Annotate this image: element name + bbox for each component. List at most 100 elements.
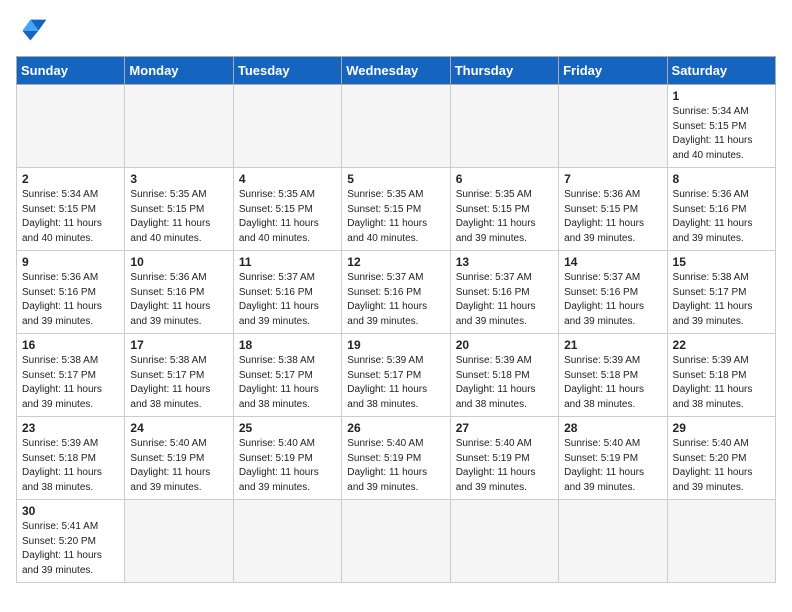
calendar-cell [667, 500, 775, 583]
day-number: 15 [673, 255, 770, 269]
day-number: 9 [22, 255, 119, 269]
day-info: Sunrise: 5:40 AM Sunset: 5:19 PM Dayligh… [239, 437, 336, 495]
day-info: Sunrise: 5:40 AM Sunset: 5:19 PM Dayligh… [564, 437, 661, 495]
calendar-cell: 30Sunrise: 5:41 AM Sunset: 5:20 PM Dayli… [17, 500, 125, 583]
day-info: Sunrise: 5:35 AM Sunset: 5:15 PM Dayligh… [130, 188, 227, 246]
calendar-cell: 4Sunrise: 5:35 AM Sunset: 5:15 PM Daylig… [233, 168, 341, 251]
calendar-cell [342, 85, 450, 168]
calendar-cell: 14 Sunrise: 5:37 AM Sunset: 5:16 PM Dayli… [559, 251, 667, 334]
day-number: 20 [456, 338, 553, 352]
day-info: Sunrise: 5:40 AM Sunset: 5:20 PM Dayligh… [673, 437, 770, 495]
calendar-week-row: 1 Sunrise: 5:34 AM Sunset: 5:15 PM Daylig… [17, 85, 776, 168]
calendar-cell: 27Sunrise: 5:40 AM Sunset: 5:19 PM Dayli… [450, 417, 558, 500]
calendar-cell [125, 500, 233, 583]
day-info: Sunrise: 5:39 AM Sunset: 5:18 PM Dayligh… [564, 354, 661, 412]
day-of-week-header: Friday [559, 57, 667, 85]
day-number: 29 [673, 421, 770, 435]
day-number: 23 [22, 421, 119, 435]
calendar-cell: 21 Sunrise: 5:39 AM Sunset: 5:18 PM Dayli… [559, 334, 667, 417]
day-of-week-header: Wednesday [342, 57, 450, 85]
calendar-cell: 19Sunrise: 5:39 AM Sunset: 5:17 PM Dayli… [342, 334, 450, 417]
day-number: 24 [130, 421, 227, 435]
calendar-cell: 17 Sunrise: 5:38 AM Sunset: 5:17 PM Dayli… [125, 334, 233, 417]
calendar-cell: 10Sunrise: 5:36 AM Sunset: 5:16 PM Dayli… [125, 251, 233, 334]
calendar-cell: 24 Sunrise: 5:40 AM Sunset: 5:19 PM Dayli… [125, 417, 233, 500]
calendar-week-row: 16 Sunrise: 5:38 AM Sunset: 5:17 PM Dayli… [17, 334, 776, 417]
day-number: 16 [22, 338, 119, 352]
calendar-cell: 9Sunrise: 5:36 AM Sunset: 5:16 PM Daylig… [17, 251, 125, 334]
calendar-cell: 6 Sunrise: 5:35 AM Sunset: 5:15 PM Daylig… [450, 168, 558, 251]
calendar-cell: 5Sunrise: 5:35 AM Sunset: 5:15 PM Daylig… [342, 168, 450, 251]
day-number: 25 [239, 421, 336, 435]
calendar-cell [125, 85, 233, 168]
day-number: 18 [239, 338, 336, 352]
calendar-cell: 22 Sunrise: 5:39 AM Sunset: 5:18 PM Dayli… [667, 334, 775, 417]
day-info: Sunrise: 5:41 AM Sunset: 5:20 PM Dayligh… [22, 520, 119, 578]
calendar-cell [342, 500, 450, 583]
day-number: 12 [347, 255, 444, 269]
day-of-week-header: Monday [125, 57, 233, 85]
calendar-cell: 13 Sunrise: 5:37 AM Sunset: 5:16 PM Dayli… [450, 251, 558, 334]
day-number: 22 [673, 338, 770, 352]
day-number: 21 [564, 338, 661, 352]
calendar-cell: 7Sunrise: 5:36 AM Sunset: 5:15 PM Daylig… [559, 168, 667, 251]
day-info: Sunrise: 5:38 AM Sunset: 5:17 PM Dayligh… [239, 354, 336, 412]
calendar-cell: 8Sunrise: 5:36 AM Sunset: 5:16 PM Daylig… [667, 168, 775, 251]
calendar-cell: 25 Sunrise: 5:40 AM Sunset: 5:19 PM Dayli… [233, 417, 341, 500]
day-info: Sunrise: 5:40 AM Sunset: 5:19 PM Dayligh… [347, 437, 444, 495]
calendar-cell: 3 Sunrise: 5:35 AM Sunset: 5:15 PM Daylig… [125, 168, 233, 251]
day-info: Sunrise: 5:34 AM Sunset: 5:15 PM Dayligh… [22, 188, 119, 246]
day-number: 1 [673, 89, 770, 103]
calendar-cell: 18 Sunrise: 5:38 AM Sunset: 5:17 PM Dayli… [233, 334, 341, 417]
day-info: Sunrise: 5:36 AM Sunset: 5:16 PM Dayligh… [673, 188, 770, 246]
day-info: Sunrise: 5:39 AM Sunset: 5:18 PM Dayligh… [22, 437, 119, 495]
calendar-cell: 29 Sunrise: 5:40 AM Sunset: 5:20 PM Dayli… [667, 417, 775, 500]
calendar-week-row: 9Sunrise: 5:36 AM Sunset: 5:16 PM Daylig… [17, 251, 776, 334]
day-number: 10 [130, 255, 227, 269]
day-of-week-header: Tuesday [233, 57, 341, 85]
day-info: Sunrise: 5:38 AM Sunset: 5:17 PM Dayligh… [130, 354, 227, 412]
calendar-cell: 16 Sunrise: 5:38 AM Sunset: 5:17 PM Dayli… [17, 334, 125, 417]
calendar-cell [559, 500, 667, 583]
day-info: Sunrise: 5:39 AM Sunset: 5:18 PM Dayligh… [456, 354, 553, 412]
calendar-cell: 1 Sunrise: 5:34 AM Sunset: 5:15 PM Daylig… [667, 85, 775, 168]
day-info: Sunrise: 5:38 AM Sunset: 5:17 PM Dayligh… [22, 354, 119, 412]
day-number: 7 [564, 172, 661, 186]
day-info: Sunrise: 5:40 AM Sunset: 5:19 PM Dayligh… [456, 437, 553, 495]
calendar-cell: 20 Sunrise: 5:39 AM Sunset: 5:18 PM Dayli… [450, 334, 558, 417]
day-number: 19 [347, 338, 444, 352]
calendar-cell: 12 Sunrise: 5:37 AM Sunset: 5:16 PM Dayli… [342, 251, 450, 334]
day-number: 26 [347, 421, 444, 435]
day-of-week-header: Thursday [450, 57, 558, 85]
day-number: 14 [564, 255, 661, 269]
day-number: 17 [130, 338, 227, 352]
calendar-cell: 26 Sunrise: 5:40 AM Sunset: 5:19 PM Dayli… [342, 417, 450, 500]
day-info: Sunrise: 5:37 AM Sunset: 5:16 PM Dayligh… [239, 271, 336, 329]
calendar-cell [17, 85, 125, 168]
calendar-cell [450, 500, 558, 583]
day-info: Sunrise: 5:37 AM Sunset: 5:16 PM Dayligh… [564, 271, 661, 329]
day-info: Sunrise: 5:37 AM Sunset: 5:16 PM Dayligh… [347, 271, 444, 329]
calendar-week-row: 23 Sunrise: 5:39 AM Sunset: 5:18 PM Dayli… [17, 417, 776, 500]
page-header [16, 16, 776, 44]
calendar-cell: 15 Sunrise: 5:38 AM Sunset: 5:17 PM Dayli… [667, 251, 775, 334]
day-info: Sunrise: 5:40 AM Sunset: 5:19 PM Dayligh… [130, 437, 227, 495]
day-number: 28 [564, 421, 661, 435]
calendar-week-row: 30Sunrise: 5:41 AM Sunset: 5:20 PM Dayli… [17, 500, 776, 583]
calendar-header-row: SundayMondayTuesdayWednesdayThursdayFrid… [17, 57, 776, 85]
day-info: Sunrise: 5:37 AM Sunset: 5:16 PM Dayligh… [456, 271, 553, 329]
calendar-cell [450, 85, 558, 168]
logo [16, 16, 52, 44]
calendar-cell [233, 500, 341, 583]
day-info: Sunrise: 5:38 AM Sunset: 5:17 PM Dayligh… [673, 271, 770, 329]
calendar-week-row: 2Sunrise: 5:34 AM Sunset: 5:15 PM Daylig… [17, 168, 776, 251]
day-of-week-header: Saturday [667, 57, 775, 85]
day-info: Sunrise: 5:39 AM Sunset: 5:18 PM Dayligh… [673, 354, 770, 412]
day-info: Sunrise: 5:35 AM Sunset: 5:15 PM Dayligh… [456, 188, 553, 246]
day-info: Sunrise: 5:34 AM Sunset: 5:15 PM Dayligh… [673, 105, 770, 163]
day-of-week-header: Sunday [17, 57, 125, 85]
day-number: 3 [130, 172, 227, 186]
day-number: 6 [456, 172, 553, 186]
day-number: 13 [456, 255, 553, 269]
calendar: SundayMondayTuesdayWednesdayThursdayFrid… [16, 56, 776, 583]
